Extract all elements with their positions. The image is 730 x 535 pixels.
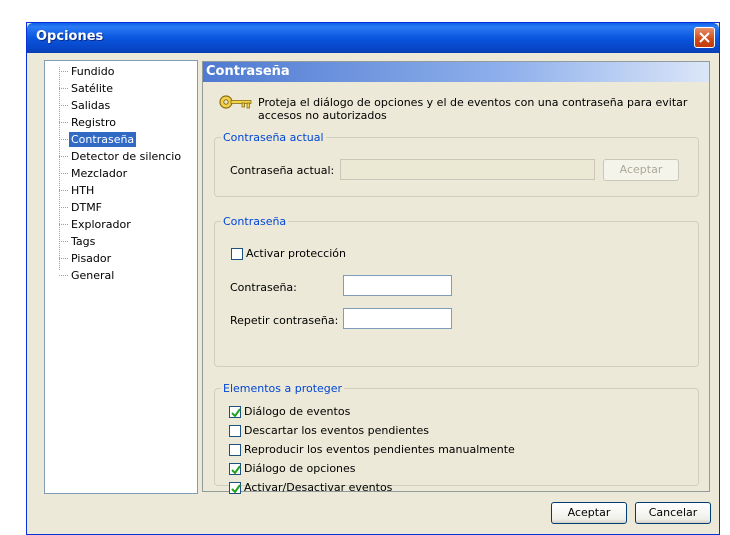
close-button[interactable] — [694, 27, 715, 48]
tree-item-tags[interactable]: Tags — [69, 234, 97, 249]
tree-connector — [59, 190, 68, 191]
tree-line — [59, 67, 60, 270]
current-password-accept-button[interactable]: Aceptar — [603, 159, 679, 181]
options-dialog: Opciones Fundido Satélite Salidas Regist… — [26, 22, 720, 535]
tree-item-explorador[interactable]: Explorador — [69, 217, 133, 232]
tree-connector — [59, 258, 68, 259]
tree-connector — [59, 207, 68, 208]
tree-connector — [59, 156, 68, 157]
replay-pending-events-label[interactable]: Reproducir los eventos pendientes manual… — [244, 443, 515, 456]
tree-item-general[interactable]: General — [69, 268, 116, 283]
tree-connector — [59, 88, 68, 89]
checkmark-icon — [231, 465, 241, 475]
activate-protection-checkbox[interactable] — [231, 248, 243, 260]
protect-options-dialog-label[interactable]: Diálogo de opciones — [244, 462, 356, 475]
repeat-password-input[interactable] — [343, 308, 452, 329]
cancel-button[interactable]: Cancelar — [635, 502, 711, 524]
protect-events-dialog-label[interactable]: Diálogo de eventos — [244, 405, 350, 418]
panel-description: Proteja el diálogo de opciones y el de e… — [258, 96, 688, 122]
repeat-password-label: Repetir contraseña: — [230, 314, 339, 327]
tree-connector — [59, 173, 68, 174]
toggle-events-checkbox[interactable] — [229, 482, 241, 494]
ok-button[interactable]: Aceptar — [551, 502, 627, 524]
password-group-title: Contraseña — [223, 215, 287, 228]
panel-title: Contraseña — [203, 62, 709, 82]
protect-group-title: Elementos a proteger — [223, 382, 343, 395]
tree-connector — [59, 105, 68, 106]
category-tree[interactable]: Fundido Satélite Salidas Registro Contra… — [44, 60, 198, 494]
toggle-events-label[interactable]: Activar/Desactivar eventos — [244, 481, 392, 494]
title-bar[interactable]: Opciones — [27, 23, 719, 53]
tree-connector — [59, 139, 68, 140]
tree-item-pisador[interactable]: Pisador — [69, 251, 113, 266]
replay-pending-events-checkbox[interactable] — [229, 444, 241, 456]
current-password-label: Contraseña actual: — [230, 164, 335, 177]
tree-item-mezclador[interactable]: Mezclador — [69, 166, 129, 181]
protect-events-dialog-checkbox[interactable] — [229, 406, 241, 418]
tree-item-fundido[interactable]: Fundido — [69, 64, 116, 79]
tree-item-registro[interactable]: Registro — [69, 115, 118, 130]
tree-connector — [59, 275, 68, 276]
tree-item-contrasena[interactable]: Contraseña — [69, 132, 137, 147]
checkmark-icon — [231, 484, 241, 494]
tree-item-detector-silencio[interactable]: Detector de silencio — [69, 149, 183, 164]
password-label: Contraseña: — [230, 281, 297, 294]
close-icon — [699, 32, 710, 43]
tree-item-salidas[interactable]: Salidas — [69, 98, 112, 113]
tree-connector — [59, 71, 68, 72]
window-title: Opciones — [36, 29, 104, 44]
settings-panel: Contraseña Proteja el diálogo de opcione… — [202, 61, 710, 494]
discard-pending-events-label[interactable]: Descartar los eventos pendientes — [244, 424, 429, 437]
tree-item-dtmf[interactable]: DTMF — [69, 200, 104, 215]
tree-item-hth[interactable]: HTH — [69, 183, 96, 198]
discard-pending-events-checkbox[interactable] — [229, 425, 241, 437]
current-password-group-title: Contraseña actual — [223, 131, 324, 144]
current-password-input[interactable] — [340, 159, 595, 180]
password-input[interactable] — [343, 275, 452, 296]
checkmark-icon — [231, 408, 241, 418]
tree-connector — [59, 122, 68, 123]
tree-connector — [59, 241, 68, 242]
tree-item-satelite[interactable]: Satélite — [69, 81, 115, 96]
tree-connector — [59, 224, 68, 225]
key-icon — [219, 95, 252, 109]
protect-options-dialog-checkbox[interactable] — [229, 463, 241, 475]
activate-protection-label[interactable]: Activar protección — [246, 247, 346, 260]
